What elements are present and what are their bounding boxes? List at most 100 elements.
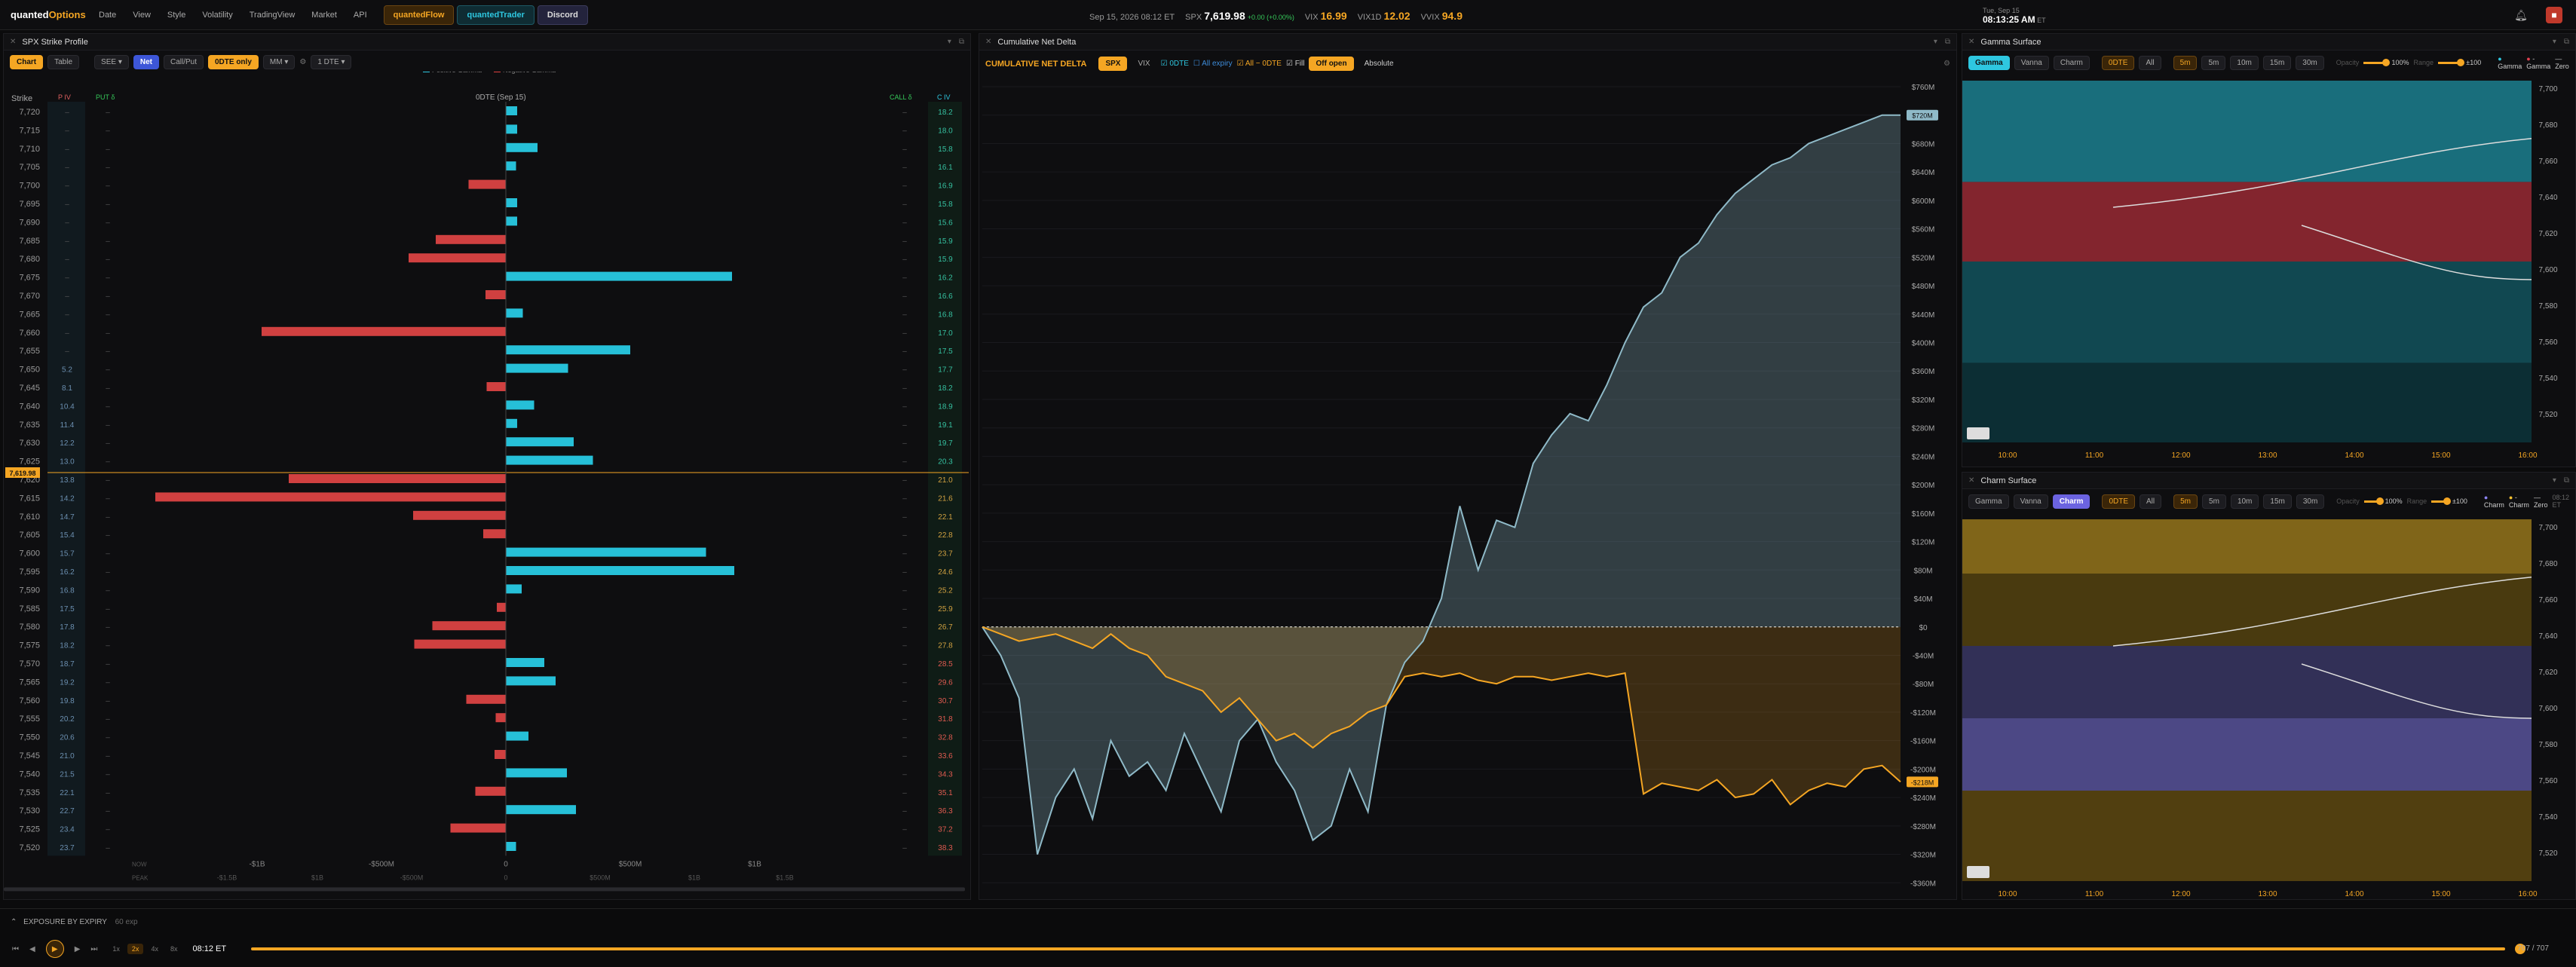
opacity-slider[interactable] <box>2363 58 2391 66</box>
0dte-only-button[interactable]: 0DTE only <box>207 55 259 69</box>
speed-2x[interactable]: 2x <box>127 944 144 954</box>
tf-2[interactable]: 5m <box>2201 55 2226 70</box>
gamma-tab[interactable]: Gamma <box>1968 494 2009 509</box>
all-expiry-checkbox[interactable]: ☐ All expiry <box>1193 60 1233 68</box>
top-bar: quantedOptions Date View Style Volatilit… <box>0 0 2576 30</box>
gamma-bar <box>506 363 568 373</box>
play-icon[interactable]: ▶ <box>45 940 64 958</box>
vanna-tab[interactable]: Vanna <box>2014 55 2049 70</box>
menu-date[interactable]: Date <box>99 11 116 20</box>
dropdown-icon[interactable]: ▾ <box>948 38 951 46</box>
menu-style[interactable]: Style <box>167 11 185 20</box>
calld-value: – <box>902 458 907 467</box>
tf-4[interactable]: 15m <box>2263 494 2292 509</box>
menu-view[interactable]: View <box>133 11 151 20</box>
quantedtrader-button[interactable]: quantedTrader <box>457 5 534 25</box>
piv-value: – <box>65 219 69 227</box>
timeline-slider[interactable] <box>251 947 2505 950</box>
fill-checkbox[interactable]: ☑ Fill <box>1286 60 1305 68</box>
charm-tab[interactable]: Charm <box>2053 55 2090 70</box>
range-slider[interactable] <box>2431 497 2451 505</box>
range-value: ±100 <box>2452 497 2467 505</box>
putd-value: – <box>106 826 110 834</box>
skip-start-icon[interactable]: ⏮ <box>12 945 19 953</box>
discord-button[interactable]: Discord <box>537 5 588 25</box>
vanna-tab[interactable]: Vanna <box>2013 494 2048 509</box>
spx-toggle[interactable]: SPX <box>1098 57 1128 71</box>
quantedflow-button[interactable]: quantedFlow <box>383 5 455 25</box>
bell-icon[interactable]: 🔔︎ <box>2513 7 2529 23</box>
see-select[interactable]: SEE ▾ <box>94 55 129 69</box>
piv-value: 22.7 <box>60 807 75 816</box>
tf-1[interactable]: 5m <box>2173 494 2198 509</box>
exposure-by-expiry-header[interactable]: ⌃ EXPOSURE BY EXPIRY 60 exp <box>11 918 138 926</box>
off-open-button[interactable]: Off open <box>1309 57 1354 71</box>
civ-value: 24.6 <box>938 568 953 577</box>
tf-4[interactable]: 15m <box>2262 55 2292 70</box>
dropdown-icon[interactable]: ▾ <box>2553 38 2556 46</box>
strike-label: 7,690 <box>19 218 40 227</box>
settings-icon[interactable]: ⚙ <box>299 58 306 66</box>
slider-thumb[interactable] <box>2457 58 2465 66</box>
exposure-count: 60 exp <box>115 918 138 926</box>
slider-thumb[interactable] <box>2375 497 2384 505</box>
callput-button[interactable]: Call/Put <box>163 55 204 69</box>
step-forward-icon[interactable]: ▶ <box>75 945 81 953</box>
slider-thumb[interactable] <box>2382 58 2391 66</box>
speed-8x[interactable]: 8x <box>166 944 182 954</box>
speed-1x[interactable]: 1x <box>108 944 124 954</box>
menu-volatility[interactable]: Volatility <box>202 11 232 20</box>
vix-toggle[interactable]: VIX <box>1132 57 1156 70</box>
mm-select[interactable]: MM ▾ <box>262 55 296 69</box>
all-range[interactable]: All <box>2140 494 2162 509</box>
skip-end-icon[interactable]: ⏭ <box>90 945 97 953</box>
tab-table[interactable]: Table <box>47 55 80 69</box>
civ-value: 23.7 <box>938 550 953 558</box>
absolute-button[interactable]: Absolute <box>1358 57 1400 70</box>
y-tick: 7,520 <box>2538 849 2557 858</box>
putd-col-header: PUT δ <box>96 93 115 101</box>
all-range[interactable]: All <box>2139 55 2161 70</box>
popout-icon[interactable]: ⧉ <box>959 38 964 46</box>
0dte-range[interactable]: 0DTE <box>2102 494 2135 509</box>
dropdown-icon[interactable]: ▾ <box>1934 38 1937 46</box>
civ-value: 28.5 <box>938 660 953 669</box>
popout-icon[interactable]: ⧉ <box>1945 38 1950 46</box>
dte-select[interactable]: 1 DTE ▾ <box>311 55 352 69</box>
expand-icon[interactable]: ⌃ <box>11 918 17 926</box>
tf-5[interactable]: 30m <box>2296 494 2325 509</box>
tf-2[interactable]: 5m <box>2202 494 2226 509</box>
opacity-slider[interactable] <box>2363 497 2384 505</box>
strike-label: 7,525 <box>19 825 40 834</box>
step-back-icon[interactable]: ◀ <box>29 945 35 953</box>
slider-thumb[interactable] <box>2443 497 2451 505</box>
net-button[interactable]: Net <box>133 55 159 69</box>
range-slider[interactable] <box>2438 58 2465 66</box>
charm-tab[interactable]: Charm <box>2052 494 2091 509</box>
tf-5[interactable]: 30m <box>2296 55 2324 70</box>
menu-tradingview[interactable]: TradingView <box>250 11 296 20</box>
calld-value: – <box>902 770 907 779</box>
0dte-range[interactable]: 0DTE <box>2101 55 2135 70</box>
all-minus-0dte-checkbox[interactable]: ☑ All − 0DTE <box>1237 60 1282 68</box>
close-icon[interactable]: ✕ <box>10 38 16 46</box>
tab-chart[interactable]: Chart <box>10 55 44 69</box>
close-icon[interactable]: ✕ <box>1968 476 1974 485</box>
0dte-checkbox[interactable]: ☑ 0DTE <box>1161 60 1189 68</box>
gamma-tab[interactable]: Gamma <box>1968 55 2010 70</box>
menu-market[interactable]: Market <box>311 11 337 20</box>
popout-icon[interactable]: ⧉ <box>2564 38 2569 46</box>
menu-api[interactable]: API <box>354 11 367 20</box>
brand-logo[interactable]: quantedOptions <box>11 9 86 20</box>
tf-1[interactable]: 5m <box>2173 55 2198 70</box>
speed-4x[interactable]: 4x <box>146 944 163 954</box>
dropdown-icon[interactable]: ▾ <box>2553 476 2556 485</box>
y-tick: $120M <box>1912 539 1935 547</box>
tf-3[interactable]: 10m <box>2230 55 2259 70</box>
close-icon[interactable]: ✕ <box>985 38 991 46</box>
settings-icon[interactable]: ⚙ <box>1943 60 1950 68</box>
close-icon[interactable]: ✕ <box>1968 38 1974 46</box>
popout-icon[interactable]: ⧉ <box>2564 476 2569 485</box>
gift-icon[interactable]: ■ <box>2546 7 2562 23</box>
tf-3[interactable]: 10m <box>2230 494 2259 509</box>
